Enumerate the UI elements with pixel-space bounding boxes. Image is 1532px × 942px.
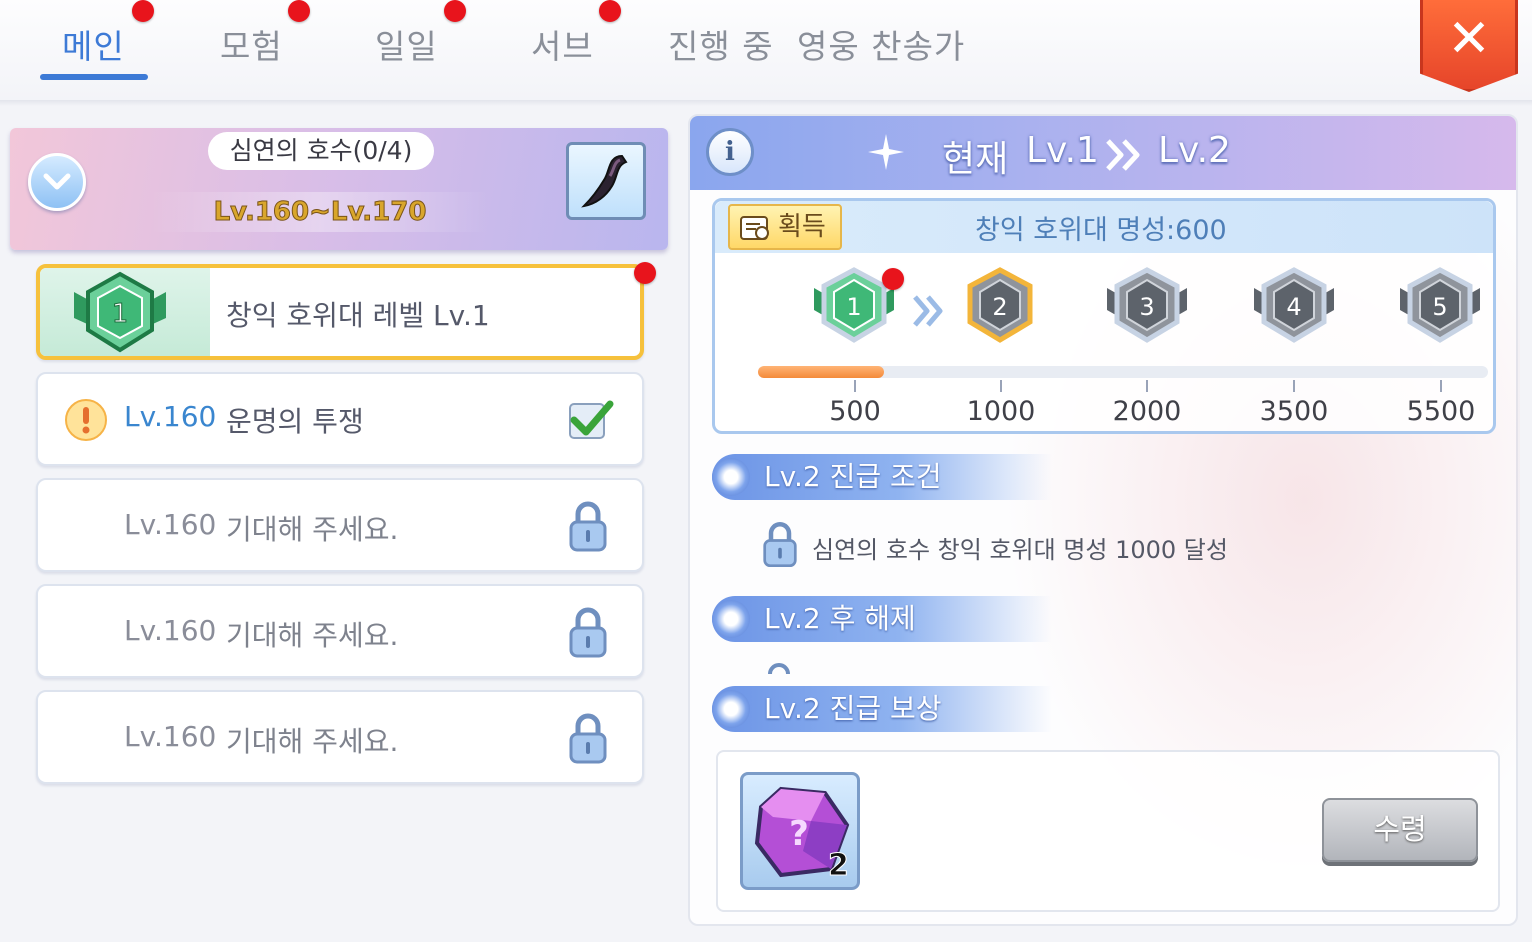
double-arrow-icon (913, 295, 943, 327)
divider (0, 100, 1532, 106)
fame-medal-3[interactable]: 3 (1105, 266, 1189, 350)
quest-level: Lv.160 (124, 508, 217, 541)
svg-text:?: ? (789, 814, 809, 854)
current-label: 현재 (942, 139, 1009, 180)
fame-progress-fill (758, 366, 884, 378)
medal-number: 1 (846, 293, 861, 321)
section-cap-icon (712, 690, 750, 728)
milestone-value: 1000 (966, 396, 1036, 427)
condition-text: 심연의 호수 창익 호위대 명성 1000 달성 (812, 536, 1228, 564)
section-title: Lv.2 후 해제 (764, 602, 916, 635)
medal-icon: 5 (1400, 267, 1480, 343)
fame-medal-4[interactable]: 4 (1252, 266, 1336, 350)
notification-dot (882, 268, 904, 290)
tab-daily[interactable]: 일일 (375, 20, 438, 68)
ledger-icon (740, 216, 769, 240)
medal-icon: 2 (967, 267, 1033, 343)
next-level: Lv.2 (1158, 130, 1231, 171)
notification-dot (444, 0, 466, 22)
quest-row[interactable]: Lv.160 운명의 투쟁 (36, 372, 644, 466)
reward-quantity: 2 (828, 848, 850, 884)
section-title: Lv.2 진급 조건 (764, 460, 942, 493)
lock-icon (569, 501, 607, 552)
notification-dot (132, 0, 154, 22)
quest-row[interactable]: Lv.160 기대해 주세요. (36, 690, 644, 784)
tick-mark (1293, 380, 1295, 392)
tick-mark (1440, 380, 1442, 392)
tab-hero-hymn[interactable]: 영웅 찬송가 (797, 20, 965, 68)
milestone-value: 2000 (1112, 396, 1182, 427)
section-cap-icon (712, 600, 750, 638)
section-title: Lv.2 진급 보상 (764, 692, 942, 725)
promotion-reward-header: Lv.2 진급 보상 (712, 686, 1052, 732)
tick-mark (1000, 380, 1002, 392)
medal-number: 4 (1286, 293, 1301, 321)
tab-sub[interactable]: 서브 (531, 20, 594, 68)
tab-main[interactable]: 메인 (62, 20, 125, 68)
area-item-slot[interactable] (566, 142, 646, 220)
quest-name: 운명의 투쟁 (226, 405, 364, 438)
quest-level: Lv.160 (124, 400, 217, 433)
lock-icon (569, 713, 607, 764)
fame-medal-5[interactable]: 5 (1398, 266, 1482, 350)
fame-value: 창익 호위대 명성:600 (975, 215, 1227, 246)
medal-number: 5 (1432, 293, 1447, 321)
unlock-header: Lv.2 후 해제 (712, 596, 1052, 642)
close-icon: ✕ (1447, 9, 1491, 69)
chevron-down-icon (43, 173, 71, 190)
current-level: Lv.1 (1026, 130, 1099, 171)
area-title: 심연의 호수(0/4) (208, 132, 434, 170)
lock-icon (768, 663, 790, 674)
lock-icon (569, 607, 607, 658)
quest-name: 기대해 주세요. (226, 619, 399, 652)
expand-button[interactable] (28, 153, 86, 211)
tentacle-icon (581, 154, 628, 208)
fame-medal-2[interactable]: 2 (958, 266, 1042, 350)
medal-icon: 4 (1254, 267, 1334, 343)
notification-dot (599, 0, 621, 22)
active-tab-indicator (40, 74, 148, 80)
info-button[interactable]: i (706, 128, 754, 176)
quest-row[interactable]: Lv.160 기대해 주세요. (36, 478, 644, 572)
medal-number: 2 (992, 293, 1007, 321)
milestone-value: 500 (829, 396, 881, 427)
double-arrow-icon (1106, 139, 1140, 171)
quest-name: 기대해 주세요. (226, 513, 399, 546)
level-medal-icon: 1 (74, 271, 166, 353)
claim-button[interactable]: 수령 (1322, 798, 1478, 862)
quest-row[interactable]: Lv.160 기대해 주세요. (36, 584, 644, 678)
notification-dot (634, 262, 656, 284)
gain-label: 획득 (778, 212, 826, 242)
medal-number: 1 (112, 299, 129, 329)
sparkle-icon (868, 134, 904, 170)
area-level-range: Lv.160~Lv.170 (150, 192, 490, 232)
quest-name: 창익 호위대 레벨 Lv.1 (226, 299, 490, 332)
level-header (690, 116, 1516, 190)
tick-mark (854, 380, 856, 392)
medal-number: 3 (1139, 293, 1154, 321)
close-button[interactable]: ✕ (1420, 0, 1518, 92)
tab-adventure[interactable]: 모험 (220, 20, 283, 68)
gain-badge: 획득 (728, 204, 842, 250)
quest-level: Lv.160 (124, 720, 217, 753)
milestone-value: 5500 (1406, 396, 1476, 427)
checkmark-icon (569, 400, 614, 439)
quest-name: 기대해 주세요. (226, 725, 399, 758)
lock-icon (763, 522, 797, 568)
tab-in-progress[interactable]: 진행 중 (668, 20, 774, 68)
section-cap-icon (712, 458, 750, 496)
tick-mark (1146, 380, 1148, 392)
promotion-condition-header: Lv.2 진급 조건 (712, 454, 1052, 500)
milestone-value: 3500 (1259, 396, 1329, 427)
medal-icon: 3 (1107, 267, 1187, 343)
exclamation-icon (65, 399, 107, 441)
quest-level: Lv.160 (124, 614, 217, 647)
quest-row-selected[interactable]: 1 창익 호위대 레벨 Lv.1 (36, 264, 644, 360)
notification-dot (288, 0, 310, 22)
